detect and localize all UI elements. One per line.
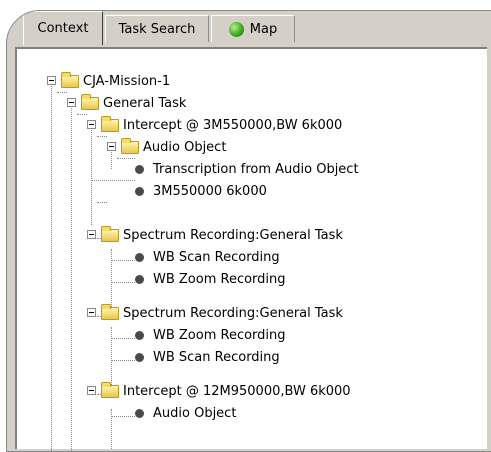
tab-task-search[interactable]: Task Search xyxy=(105,15,209,42)
expander-general-task[interactable] xyxy=(67,98,76,107)
tree-node-label: Audio Object xyxy=(153,405,237,421)
open-folder-icon xyxy=(101,303,119,320)
leaf-node-icon xyxy=(135,352,144,362)
tree-node-label: Spectrum Recording:General Task xyxy=(123,305,343,321)
tree-node-label: Spectrum Recording:General Task xyxy=(123,227,343,243)
tree-node-wb-zoom-1[interactable]: WB Zoom Recording xyxy=(133,269,286,289)
open-folder-icon xyxy=(81,93,99,110)
tab-bar: Context Task Search Map xyxy=(7,11,491,45)
tree-node-label: Intercept @ 3M550000,BW 6k000 xyxy=(123,117,343,133)
open-folder-icon xyxy=(61,71,79,88)
tab-context[interactable]: Context xyxy=(23,11,103,45)
tree-node-label: WB Zoom Recording xyxy=(153,327,286,343)
context-tree-panel: CJA-Mission-1 General Task Intercept @ 3… xyxy=(15,47,487,451)
tree-node-general-task[interactable]: General Task xyxy=(81,93,186,113)
tree-node-label: General Task xyxy=(103,95,187,111)
leaf-node-icon xyxy=(135,186,144,196)
context-window: Context Task Search Map CJA-Mission-1 Ge… xyxy=(6,10,491,452)
open-folder-icon xyxy=(101,381,119,398)
leaf-node-icon xyxy=(135,330,144,340)
tree-node-wb-scan-1[interactable]: WB Scan Recording xyxy=(133,247,280,267)
open-folder-icon xyxy=(121,137,139,154)
tab-context-label: Context xyxy=(37,21,89,36)
expander-root[interactable] xyxy=(47,76,56,85)
tree-node-label: Transcription from Audio Object xyxy=(153,161,359,177)
tab-map-label: Map xyxy=(249,21,278,37)
tree-node-intercept-1[interactable]: Intercept @ 3M550000,BW 6k000 xyxy=(101,115,342,135)
expander-spectrum-2[interactable] xyxy=(87,308,96,317)
open-folder-icon xyxy=(101,225,119,242)
leaf-node-icon xyxy=(135,252,144,262)
expander-intercept-2[interactable] xyxy=(87,386,96,395)
globe-icon xyxy=(228,21,244,37)
tab-task-search-label: Task Search xyxy=(118,21,196,37)
tree-node-wb-zoom-2[interactable]: WB Zoom Recording xyxy=(133,325,286,345)
tree-node-transcription[interactable]: Transcription from Audio Object xyxy=(133,159,359,179)
leaf-node-icon xyxy=(135,274,144,284)
tree-node-label: WB Scan Recording xyxy=(153,249,280,265)
expander-audio-object-1[interactable] xyxy=(107,142,116,151)
expander-intercept-1[interactable] xyxy=(87,120,96,129)
tree-node-label: Audio Object xyxy=(143,139,227,155)
tree-node-audio-object-2[interactable]: Audio Object xyxy=(133,403,236,423)
tree-node-label: WB Zoom Recording xyxy=(153,271,286,287)
tree-node-spectrum-2[interactable]: Spectrum Recording:General Task xyxy=(101,303,343,323)
tree-node-wb-scan-2[interactable]: WB Scan Recording xyxy=(133,347,280,367)
tree-node-root[interactable]: CJA-Mission-1 xyxy=(61,71,170,91)
tab-map[interactable]: Map xyxy=(211,15,295,42)
leaf-node-icon xyxy=(135,164,144,174)
tree-node-spectrum-1[interactable]: Spectrum Recording:General Task xyxy=(101,225,343,245)
open-folder-icon xyxy=(101,115,119,132)
tree-node-intercept-2[interactable]: Intercept @ 12M950000,BW 6k000 xyxy=(101,381,351,401)
tree-node-freq-1[interactable]: 3M550000 6k000 xyxy=(133,181,267,201)
context-tree: CJA-Mission-1 General Task Intercept @ 3… xyxy=(17,49,487,451)
tree-node-label: CJA-Mission-1 xyxy=(83,73,171,89)
tree-node-audio-object-1[interactable]: Audio Object xyxy=(121,137,226,157)
tree-node-label: WB Scan Recording xyxy=(153,349,280,365)
tree-node-label: Intercept @ 12M950000,BW 6k000 xyxy=(123,383,351,399)
tree-node-label: 3M550000 6k000 xyxy=(153,183,267,199)
expander-spectrum-1[interactable] xyxy=(87,230,96,239)
leaf-node-icon xyxy=(135,408,144,418)
